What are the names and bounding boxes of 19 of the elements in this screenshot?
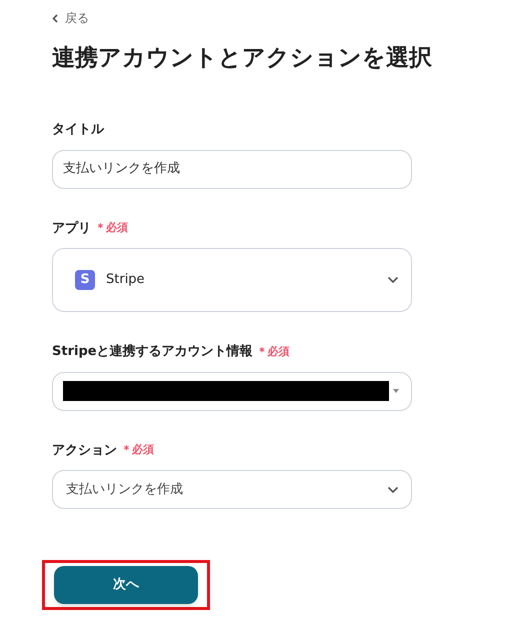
chevron-down-icon: [387, 486, 399, 494]
next-button[interactable]: 次へ: [54, 566, 198, 604]
field-label: Stripeと連携するアカウント情報: [52, 342, 253, 361]
chevron-down-icon: [387, 276, 399, 284]
field-label: アクション: [52, 442, 117, 460]
app-select[interactable]: S Stripe: [52, 248, 412, 312]
app-logo-icon: S: [75, 270, 95, 290]
back-link[interactable]: 戻る: [52, 8, 521, 28]
page-title: 連携アカウントとアクションを選択: [52, 44, 433, 73]
field-label: アプリ: [52, 220, 91, 238]
required-tag: ＊必須: [256, 344, 290, 360]
action-select[interactable]: 支払いリンクを作成: [52, 470, 412, 509]
required-tag: ＊必須: [121, 442, 154, 458]
caret-icon: [393, 388, 399, 394]
account-select[interactable]: [52, 372, 412, 410]
field-label: タイトル: [52, 121, 104, 139]
required-tag: ＊必須: [95, 220, 128, 236]
chevron-left-icon: [52, 14, 58, 22]
title-input-field[interactable]: 支払いリンクを作成: [52, 150, 412, 188]
